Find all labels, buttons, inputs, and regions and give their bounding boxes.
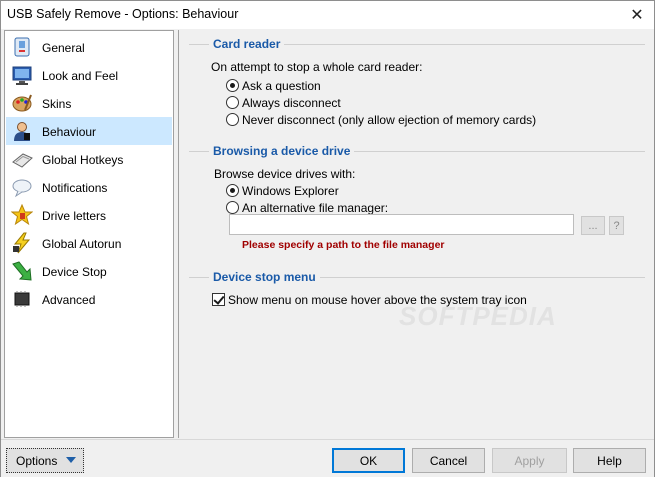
close-button[interactable]: ✕	[620, 1, 654, 29]
card-reader-section: Card reader	[189, 37, 645, 53]
section-title: Browsing a device drive	[209, 144, 355, 158]
sidebar-item-label: Global Autorun	[42, 237, 122, 251]
sidebar-item-global-autorun[interactable]: Global Autorun	[6, 229, 172, 257]
sidebar-item-global-hotkeys[interactable]: Global Hotkeys	[6, 145, 172, 173]
options-button-label: Options	[16, 453, 58, 468]
ok-button[interactable]: OK	[332, 448, 405, 473]
sidebar-item-notifications[interactable]: Notifications	[6, 173, 172, 201]
radio-windows-explorer[interactable]: Windows Explorer	[226, 183, 339, 198]
checkbox-indicator[interactable]	[212, 293, 225, 306]
radio-label: An alternative file manager:	[242, 200, 389, 215]
user-icon	[11, 120, 33, 142]
palette-icon	[11, 92, 33, 114]
cancel-button[interactable]: Cancel	[412, 448, 485, 473]
dialog-button-bar: Options OK Cancel Apply Help	[1, 439, 654, 477]
help-button[interactable]: Help	[573, 448, 646, 473]
options-window: USB Safely Remove - Options: Behaviour ✕…	[0, 0, 655, 477]
close-icon: ✕	[630, 7, 644, 24]
sidebar-item-look-and-feel[interactable]: Look and Feel	[6, 61, 172, 89]
section-title: Card reader	[209, 37, 285, 51]
radio-label: Windows Explorer	[242, 183, 339, 198]
sidebar-item-label: Global Hotkeys	[42, 153, 124, 167]
radio-ask-question[interactable]: Ask a question	[226, 78, 321, 93]
settings-panel: Card reader On attempt to stop a whole c…	[178, 30, 652, 438]
radio-always-disconnect[interactable]: Always disconnect	[226, 95, 341, 110]
ok-button-label: OK	[359, 453, 378, 468]
sidebar-item-label: Notifications	[42, 181, 108, 195]
browse-button-label: ...	[588, 219, 598, 232]
lightning-icon	[11, 232, 33, 254]
browsing-prompt: Browse device drives with:	[214, 167, 356, 181]
options-menu-button[interactable]: Options	[6, 448, 84, 473]
sidebar-item-drive-letters[interactable]: Drive letters	[6, 201, 172, 229]
radio-label: Never disconnect (only allow ejection of…	[242, 112, 537, 127]
help-question-button[interactable]: ?	[609, 216, 624, 235]
device-stop-menu-section: Device stop menu	[189, 270, 645, 286]
window-title: USB Safely Remove - Options: Behaviour	[7, 7, 239, 21]
browsing-section: Browsing a device drive	[189, 144, 645, 160]
star-letter-icon	[11, 204, 33, 226]
sidebar-item-device-stop[interactable]: Device Stop	[6, 257, 172, 285]
radio-label: Ask a question	[242, 78, 321, 93]
radio-never-disconnect[interactable]: Never disconnect (only allow ejection of…	[226, 112, 536, 127]
apply-button-label: Apply	[514, 453, 545, 468]
sidebar-item-label: Device Stop	[42, 265, 107, 279]
sidebar-item-label: Look and Feel	[42, 69, 119, 83]
help-question-label: ?	[613, 219, 620, 232]
browse-button[interactable]: ...	[581, 216, 605, 235]
radio-indicator[interactable]	[226, 184, 239, 197]
card-reader-prompt: On attempt to stop a whole card reader:	[211, 60, 423, 74]
radio-indicator[interactable]	[226, 96, 239, 109]
watermark: SOFTPEDIA	[399, 301, 557, 331]
sidebar-item-label: Advanced	[42, 293, 96, 307]
cloud-icon	[11, 176, 33, 198]
green-arrow-icon	[11, 260, 33, 282]
sidebar-item-behaviour[interactable]: Behaviour	[6, 117, 172, 145]
path-error-message: Please specify a path to the file manage…	[242, 239, 445, 251]
sidebar-item-skins[interactable]: Skins	[6, 89, 172, 117]
radio-alternative-manager[interactable]: An alternative file manager:	[226, 200, 388, 215]
sidebar-item-label: Drive letters	[42, 209, 107, 223]
radio-indicator[interactable]	[226, 113, 239, 126]
cancel-button-label: Cancel	[429, 453, 468, 468]
sidebar-item-label: Skins	[42, 97, 72, 111]
sidebar-item-advanced[interactable]: Advanced	[6, 285, 172, 313]
monitor-icon	[11, 64, 33, 86]
keyboard-icon	[11, 148, 33, 170]
chevron-down-icon	[66, 457, 76, 463]
sidebar-item-label: General	[42, 41, 85, 55]
chip-icon	[11, 288, 33, 310]
general-icon	[11, 36, 33, 58]
radio-indicator[interactable]	[226, 79, 239, 92]
radio-label: Always disconnect	[242, 95, 341, 110]
sidebar-item-label: Behaviour	[42, 125, 97, 139]
sidebar-item-general[interactable]: General	[6, 33, 172, 61]
file-manager-path-input[interactable]	[229, 214, 574, 235]
help-button-label: Help	[597, 453, 622, 468]
apply-button[interactable]: Apply	[492, 448, 567, 473]
section-title: Device stop menu	[209, 270, 320, 284]
category-list[interactable]: General Look and Feel Skins Behaviour Gl…	[4, 30, 174, 438]
title-bar: USB Safely Remove - Options: Behaviour ✕	[1, 1, 654, 29]
radio-indicator[interactable]	[226, 201, 239, 214]
